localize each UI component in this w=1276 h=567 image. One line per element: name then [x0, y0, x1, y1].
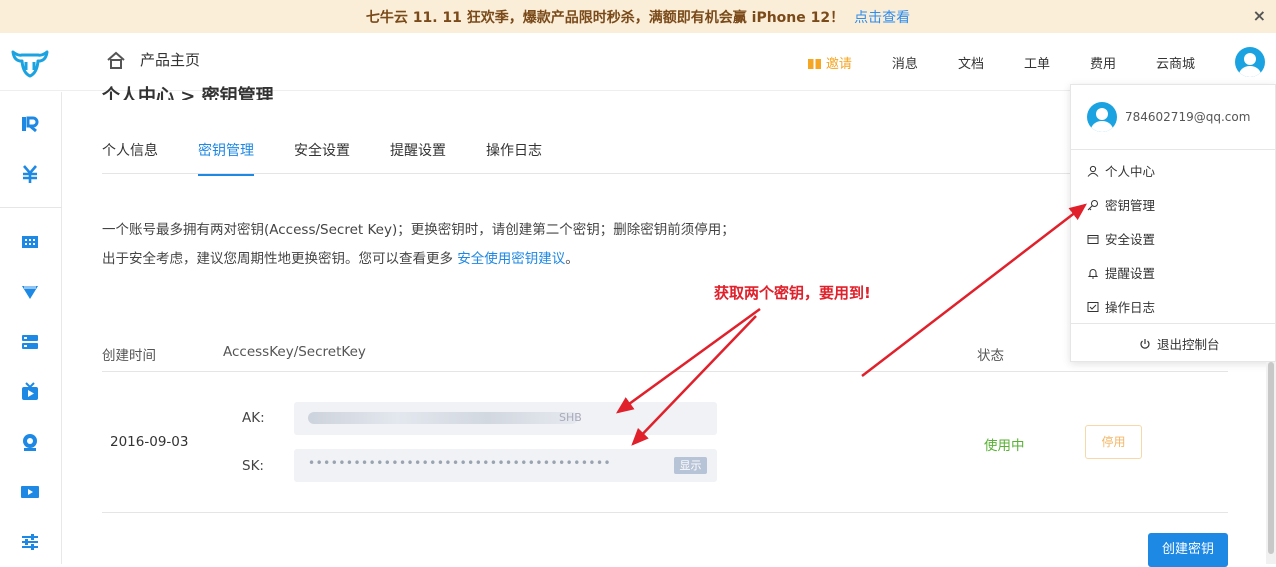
menu-item-notifications-label: 提醒设置 [1105, 266, 1156, 281]
show-secret-button[interactable]: 显示 [674, 457, 707, 474]
home-icon [107, 51, 125, 69]
header-status: 状态 [977, 348, 1004, 364]
user-avatar[interactable] [1235, 47, 1265, 77]
secret-key-field[interactable]: ••••••••••••••••••••••••••••••••••••••••… [294, 449, 717, 482]
description-text: 一个账号最多拥有两对密钥(Access/Secret Key)；更换密钥时，请创… [102, 222, 735, 267]
menu-item-notifications[interactable]: 提醒设置 [1087, 263, 1155, 282]
ak-label: AK: [242, 410, 265, 426]
card-icon [1087, 234, 1099, 244]
security-advice-link[interactable]: 安全使用密钥建议 [457, 251, 565, 267]
nav-invite-label: 邀请 [825, 56, 852, 72]
sidebar-divider [0, 207, 62, 208]
ak-tail: SHB [559, 411, 582, 424]
finance-icon[interactable] [20, 164, 40, 184]
promo-text: 七牛云 11. 11 狂欢季，爆款产品限时秒杀，满额即有机会赢 iPhone 1… [365, 9, 845, 26]
settings-sliders-icon[interactable] [20, 532, 40, 552]
live-icon[interactable] [20, 382, 40, 402]
user-email: 784602719@qq.com [1125, 110, 1251, 124]
overview-icon[interactable] [20, 114, 40, 134]
disable-key-button[interactable]: 停用 [1085, 425, 1142, 459]
bell-icon [1087, 268, 1099, 279]
menu-item-profile[interactable]: 个人中心 [1087, 161, 1155, 180]
nav-docs[interactable]: 文档 [958, 53, 984, 72]
gift-icon [807, 55, 821, 69]
create-key-button[interactable]: 创建密钥 [1148, 533, 1228, 567]
menu-item-profile-label: 个人中心 [1105, 164, 1156, 179]
video-icon[interactable] [20, 482, 40, 502]
tab-bar: 个人信息 密钥管理 安全设置 提醒设置 操作日志 [102, 140, 582, 176]
dropdown-avatar [1087, 102, 1117, 132]
promo-banner: 七牛云 11. 11 狂欢季，爆款产品限时秒杀，满额即有机会赢 iPhone 1… [0, 0, 1276, 33]
product-home-link[interactable]: 产品主页 [106, 49, 200, 70]
dropdown-divider-2 [1071, 323, 1276, 324]
power-icon [1140, 338, 1150, 349]
sk-mask: •••••••••••••••••••••••••••••••••••••••• [308, 456, 612, 470]
storage-icon[interactable] [20, 232, 40, 252]
tab-profile[interactable]: 个人信息 [102, 140, 158, 176]
header-keys: AccessKey/SecretKey [223, 344, 366, 360]
created-date: 2016-09-03 [110, 434, 189, 450]
dropdown-user: 784602719@qq.com [1087, 102, 1250, 132]
key-description: 一个账号最多拥有两对密钥(Access/Secret Key)；更换密钥时，请创… [102, 216, 742, 274]
access-key-field[interactable]: SHB [294, 402, 717, 435]
status-badge: 使用中 [984, 438, 1025, 454]
nav-tickets[interactable]: 工单 [1024, 53, 1050, 72]
menu-item-keys-label: 密钥管理 [1105, 198, 1156, 213]
header-created: 创建时间 [102, 348, 156, 364]
nav-messages[interactable]: 消息 [892, 53, 918, 72]
breadcrumb: 个人中心 > 密钥管理 [102, 86, 274, 100]
table-header-divider [102, 371, 1228, 372]
user-icon [1087, 165, 1099, 177]
menu-item-keys[interactable]: 密钥管理 [1087, 195, 1155, 214]
tab-security[interactable]: 安全设置 [294, 140, 350, 176]
nav-invite[interactable]: 邀请 [807, 53, 852, 72]
nav-marketplace[interactable]: 云商城 [1156, 53, 1195, 72]
tab-notifications[interactable]: 提醒设置 [390, 140, 446, 176]
logout-label: 退出控制台 [1157, 337, 1220, 352]
scrollbar-thumb[interactable] [1268, 362, 1274, 554]
menu-item-security-label: 安全设置 [1105, 232, 1156, 247]
close-icon[interactable]: × [1253, 6, 1266, 25]
tab-logs[interactable]: 操作日志 [486, 140, 542, 176]
user-dropdown-menu: 784602719@qq.com 个人中心 密钥管理 安全设置 提醒设置 操作日… [1070, 84, 1276, 362]
menu-item-logs[interactable]: 操作日志 [1087, 297, 1155, 316]
compute-icon[interactable] [20, 332, 40, 352]
top-nav: 邀请 消息 文档 工单 费用 云商城 [807, 33, 1276, 91]
table-row-divider [102, 512, 1228, 513]
menu-item-security[interactable]: 安全设置 [1087, 229, 1155, 248]
promo-link[interactable]: 点击查看 [854, 7, 910, 27]
key-icon [1087, 199, 1098, 210]
ak-blurred-value [308, 412, 578, 424]
annotation-text: 获取两个密钥，要用到! [714, 284, 871, 302]
scrollbar[interactable] [1266, 362, 1276, 564]
menu-item-logs-label: 操作日志 [1105, 300, 1156, 315]
sidebar [0, 92, 62, 564]
nav-billing[interactable]: 费用 [1090, 53, 1116, 72]
ai-icon[interactable] [20, 432, 40, 452]
description-end: 。 [565, 251, 579, 267]
cdn-icon[interactable] [20, 282, 40, 302]
sk-label: SK: [242, 458, 264, 474]
log-icon [1087, 301, 1099, 312]
tab-keys[interactable]: 密钥管理 [198, 140, 254, 176]
logout-button[interactable]: 退出控制台 [1139, 334, 1220, 353]
qiniu-logo-icon[interactable] [10, 46, 50, 80]
home-label: 产品主页 [140, 51, 201, 69]
tab-divider [102, 173, 1228, 174]
dropdown-divider [1071, 149, 1276, 150]
